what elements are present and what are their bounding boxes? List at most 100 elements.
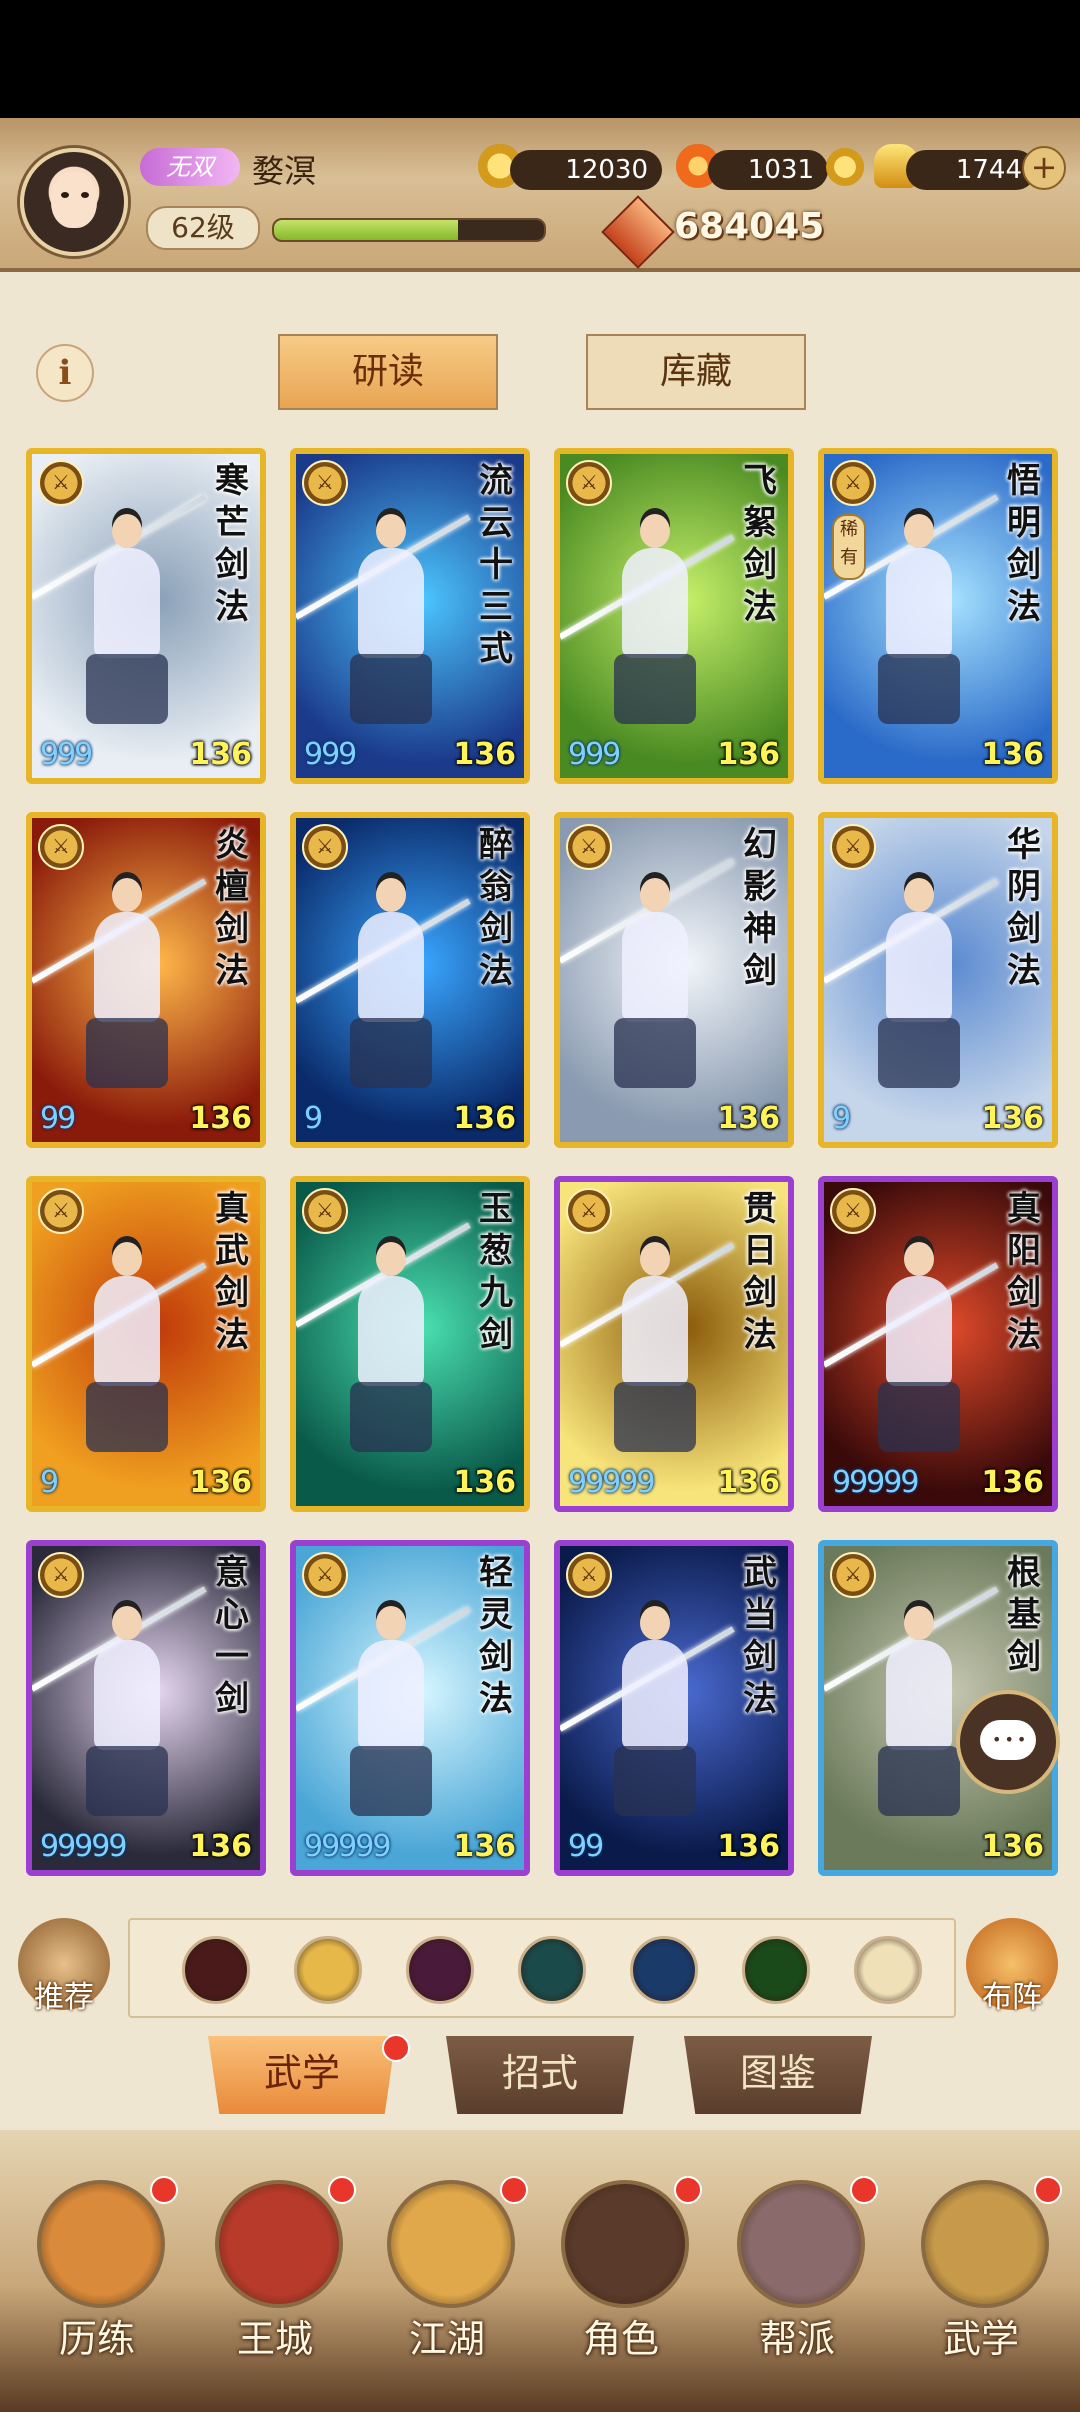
figure-body (94, 1276, 160, 1386)
figure-legs (350, 654, 432, 724)
figure-head (640, 878, 670, 912)
skill-card[interactable]: ⚔ 华阴剑法 9 136 (818, 812, 1058, 1148)
swordsman-figure (336, 878, 446, 1098)
nav-item[interactable]: 帮派 (722, 2176, 878, 2380)
sword-type-icon: ⚔ (302, 1188, 348, 1234)
skill-card[interactable]: ⚔ 流云十三式 999 136 (290, 448, 530, 784)
skill-card[interactable]: ⚔ 真武剑法 9 136 (26, 1176, 266, 1512)
figure-legs (86, 654, 168, 724)
figure-head (376, 1242, 406, 1276)
filter-type-icon[interactable] (406, 1936, 474, 2004)
status-bar (0, 0, 1080, 118)
filter-type-icon[interactable] (182, 1936, 250, 2004)
nav-item[interactable]: 角色 (546, 2176, 702, 2380)
star-rank: 9 (832, 1101, 851, 1136)
card-title: 飞絮剑法 (743, 461, 777, 627)
chat-button[interactable]: ••• (956, 1690, 1060, 1794)
player-header: 无双 婺溟 62级 12030 1031 1744 + 684045 (0, 118, 1080, 272)
star-rank: 99 (568, 1829, 604, 1864)
tab-moves[interactable]: 招式 (446, 2036, 634, 2114)
recommend-button[interactable]: 推荐 (18, 1918, 110, 2015)
flame-count[interactable]: 1031 (708, 150, 828, 190)
research-button[interactable]: 研读 (278, 334, 498, 410)
star-rank: 9 (304, 1101, 323, 1136)
filter-type-icon[interactable] (854, 1936, 922, 2004)
skill-card[interactable]: ⚔ 寒芒剑法 999 136 (26, 448, 266, 784)
figure-body (94, 912, 160, 1022)
card-title: 炎檀剑法 (215, 825, 249, 991)
filter-type-icon[interactable] (742, 1936, 810, 2004)
swordsman-figure (864, 514, 974, 734)
swordsman-figure (72, 878, 182, 1098)
skill-card[interactable]: ⚔ 悟明剑法 稀有 136 (818, 448, 1058, 784)
nav-item[interactable]: 江湖 (372, 2176, 528, 2380)
skill-card[interactable]: ⚔ 飞絮剑法 999 136 (554, 448, 794, 784)
avatar-eye (81, 192, 89, 198)
swordsman-figure (336, 1606, 446, 1826)
skill-card[interactable]: ⚔ 玉葱九剑 136 (290, 1176, 530, 1512)
swordsman-figure (864, 1606, 974, 1826)
nav-label: 江湖 (408, 2317, 485, 2361)
skill-card[interactable]: ⚔ 幻影神剑 136 (554, 812, 794, 1148)
filter-type-icon[interactable] (630, 1936, 698, 2004)
swordsman-figure (600, 878, 710, 1098)
figure-head (112, 514, 142, 548)
sword-type-icon: ⚔ (566, 460, 612, 506)
figure-legs (86, 1382, 168, 1452)
nav-label: 武学 (942, 2317, 1019, 2361)
figure-head (640, 1606, 670, 1640)
skill-card[interactable]: ⚔ 意心一剑 99999 136 (26, 1540, 266, 1876)
filter-bar (128, 1918, 956, 2018)
filter-type-icon[interactable] (518, 1936, 586, 2004)
card-level: 136 (981, 737, 1044, 772)
skill-card[interactable]: ⚔ 真阳剑法 99999 136 (818, 1176, 1058, 1512)
figure-body (358, 548, 424, 658)
xp-bar (272, 218, 546, 242)
card-title: 华阴剑法 (1007, 825, 1041, 991)
figure-legs (614, 654, 696, 724)
figure-head (640, 514, 670, 548)
filter-type-icon[interactable] (294, 1936, 362, 2004)
tab-martial[interactable]: 武学 (208, 2036, 396, 2114)
skill-card[interactable]: ⚔ 贯日剑法 99999 136 (554, 1176, 794, 1512)
figure-head (112, 1242, 142, 1276)
formation-button[interactable]: 布阵 (966, 1918, 1058, 2015)
storage-button[interactable]: 库藏 (586, 334, 806, 410)
sword-type-icon: ⚔ (566, 1552, 612, 1598)
rare-badge: 稀有 (832, 514, 866, 580)
swordsman-figure (600, 1242, 710, 1462)
skill-card[interactable]: ⚔ 炎檀剑法 99 136 (26, 812, 266, 1148)
card-level: 136 (981, 1101, 1044, 1136)
gold-count[interactable]: 1744 (906, 150, 1036, 190)
tab-codex[interactable]: 图鉴 (684, 2036, 872, 2114)
figure-legs (614, 1746, 696, 1816)
figure-body (358, 1276, 424, 1386)
figure-body (94, 548, 160, 658)
avatar-face (51, 172, 97, 228)
star-rank: 999 (304, 737, 357, 772)
nav-item[interactable]: 王城 (200, 2176, 356, 2380)
coin-count[interactable]: 12030 (510, 150, 662, 190)
swordsman-figure (336, 514, 446, 734)
avatar[interactable] (20, 148, 128, 256)
sword-type-icon: ⚔ (302, 1552, 348, 1598)
figure-head (904, 1242, 934, 1276)
star-rank: 99999 (568, 1465, 655, 1500)
figure-body (358, 1640, 424, 1750)
skill-card[interactable]: ⚔ 武当剑法 99 136 (554, 1540, 794, 1876)
card-level: 136 (981, 1465, 1044, 1500)
swordsman-figure (600, 1606, 710, 1826)
figure-head (112, 1606, 142, 1640)
card-title: 轻灵剑法 (479, 1553, 513, 1719)
add-gold-button[interactable]: + (1022, 146, 1066, 190)
nav-item[interactable]: 武学 (906, 2176, 1062, 2380)
skill-card[interactable]: ⚔ 醉翁剑法 9 136 (290, 812, 530, 1148)
card-level: 136 (717, 1829, 780, 1864)
star-rank: 99999 (832, 1465, 919, 1500)
nav-item[interactable]: 历练 (22, 2176, 178, 2380)
figure-head (640, 1242, 670, 1276)
skill-card[interactable]: ⚔ 轻灵剑法 99999 136 (290, 1540, 530, 1876)
info-button[interactable]: i (36, 344, 94, 402)
figure-body (358, 912, 424, 1022)
figure-body (94, 1640, 160, 1750)
